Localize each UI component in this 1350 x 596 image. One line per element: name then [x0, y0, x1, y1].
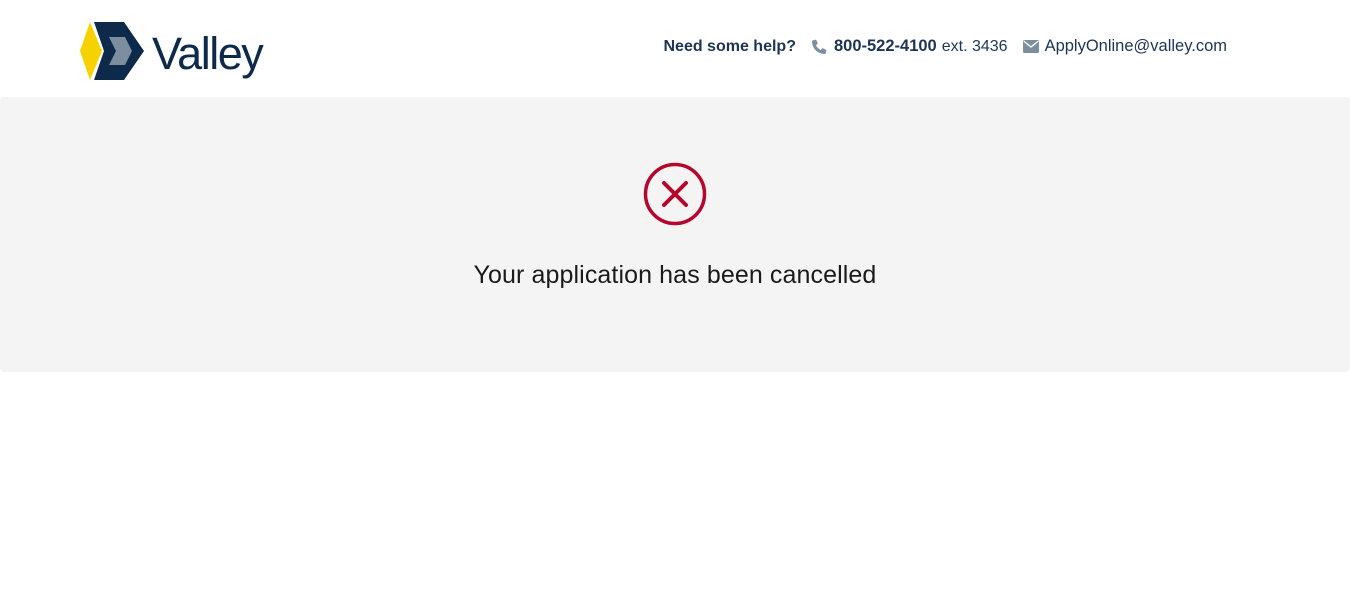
- phone-icon: [812, 39, 828, 55]
- email-address: ApplyOnline@valley.com: [1044, 37, 1227, 55]
- status-message: Your application has been cancelled: [473, 261, 877, 289]
- email-link[interactable]: ApplyOnline@valley.com: [1022, 37, 1227, 56]
- site-header: Valley Need some help? 800-522-4100 ext.…: [0, 0, 1350, 97]
- phone-number: 800-522-4100: [833, 37, 937, 55]
- help-contact-bar: Need some help? 800-522-4100 ext. 3436 A…: [663, 37, 1227, 56]
- valley-logo-text: Valley: [152, 27, 264, 79]
- cancel-circle-icon: [643, 162, 707, 226]
- phone-link[interactable]: 800-522-4100 ext. 3436: [812, 37, 1008, 56]
- valley-logo-mark-icon: [80, 22, 144, 80]
- envelope-icon: [1022, 39, 1039, 55]
- phone-extension: ext. 3436: [941, 37, 1008, 55]
- valley-logo[interactable]: Valley: [80, 20, 264, 82]
- status-panel: Your application has been cancelled: [0, 97, 1350, 372]
- help-label: Need some help?: [663, 37, 796, 55]
